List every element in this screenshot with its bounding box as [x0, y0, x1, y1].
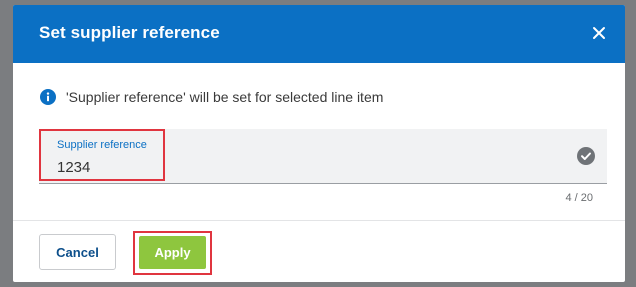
apply-button[interactable]: Apply — [139, 236, 206, 269]
footer-divider — [13, 220, 625, 221]
close-icon — [593, 27, 605, 39]
info-message: 'Supplier reference' will be set for sel… — [40, 89, 383, 105]
set-supplier-reference-dialog: Set supplier reference 'Supplier referen… — [13, 5, 625, 282]
close-button[interactable] — [587, 21, 611, 45]
dialog-title: Set supplier reference — [39, 23, 220, 42]
info-text: 'Supplier reference' will be set for sel… — [66, 89, 384, 105]
dialog-header: Set supplier reference — [13, 5, 625, 63]
supplier-reference-label: Supplier reference — [57, 139, 147, 151]
supplier-reference-input[interactable] — [57, 159, 537, 176]
info-icon — [40, 89, 56, 105]
supplier-reference-field[interactable]: Supplier reference — [39, 129, 607, 184]
check-circle-icon — [577, 147, 595, 165]
character-counter: 4 / 20 — [565, 192, 593, 204]
cancel-button[interactable]: Cancel — [39, 234, 116, 270]
